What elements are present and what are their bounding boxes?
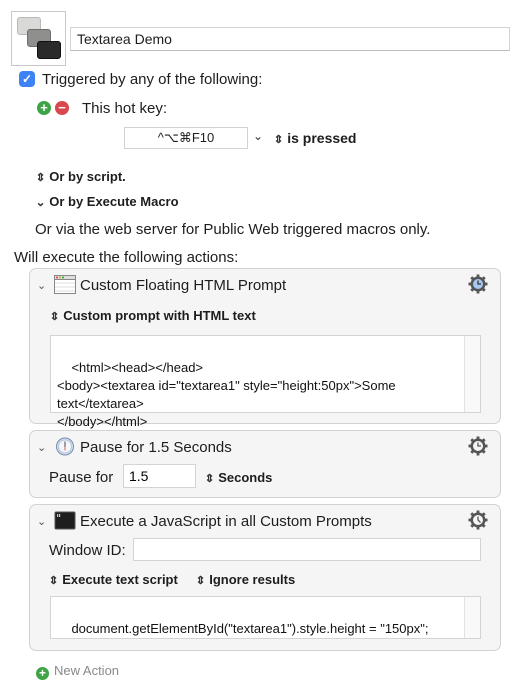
script-source-label: Execute text script	[62, 572, 178, 587]
new-action-button[interactable]: + New Action	[36, 663, 119, 680]
window-id-input[interactable]	[133, 538, 481, 561]
window-id-label: Window ID:	[49, 542, 126, 559]
prompt-mode-popup[interactable]: ⇕ Custom prompt with HTML text	[50, 308, 256, 323]
action-execute-javascript[interactable]: ⌄ Execute a JavaScript in all Custom Pro…	[29, 504, 501, 651]
hotkey-state-label: is pressed	[287, 130, 357, 146]
javascript-editor[interactable]: document.getElementById("textarea1").sty…	[50, 596, 481, 639]
time-unit-label: Seconds	[218, 470, 273, 485]
clock-icon	[56, 437, 74, 456]
hotkey-state-popup[interactable]: ⇕ is pressed	[273, 130, 357, 146]
prompt-mode-label: Custom prompt with HTML text	[63, 308, 256, 323]
html-code: <html><head></head> <body><textarea id="…	[57, 360, 396, 429]
stepper-icon: ⇕	[48, 575, 59, 587]
add-trigger-button[interactable]: +	[37, 101, 51, 115]
chevron-down-icon: ⌄	[35, 197, 46, 209]
scrollbar[interactable]	[464, 336, 480, 412]
results-handling-label: Ignore results	[209, 572, 296, 587]
gear-clock-icon[interactable]	[468, 274, 488, 294]
gear-clock-icon[interactable]	[468, 436, 488, 456]
stepper-icon: ⇕	[195, 575, 206, 587]
action-title: Execute a JavaScript in all Custom Promp…	[80, 513, 372, 530]
plus-circle-icon: +	[36, 667, 49, 680]
stepper-icon: ⇕	[273, 134, 284, 146]
stepper-icon: ⇕	[204, 473, 215, 485]
pause-for-label: Pause for	[49, 469, 114, 486]
macro-icon[interactable]	[11, 11, 66, 66]
results-handling-popup[interactable]: ⇕ Ignore results	[195, 572, 296, 587]
action-title: Custom Floating HTML Prompt	[80, 277, 287, 294]
pause-duration-input[interactable]	[123, 464, 196, 488]
new-action-label: New Action	[54, 663, 120, 678]
gear-clock-icon[interactable]	[468, 510, 488, 530]
collapse-chevron-icon[interactable]: ⌄	[37, 441, 46, 454]
minus-icon: −	[58, 100, 66, 115]
action-pause[interactable]: ⌄ Pause for 1.5 Seconds Pause for ⇕Secon…	[29, 430, 501, 498]
action-title: Pause for 1.5 Seconds	[80, 439, 232, 456]
script-trigger-popup[interactable]: ⇕ Or by script.	[36, 169, 126, 184]
plus-icon: +	[40, 100, 48, 115]
script-trigger-label: Or by script.	[49, 169, 126, 184]
script-source-popup[interactable]: ⇕ Execute text script	[49, 572, 178, 587]
macro-name-input[interactable]	[70, 27, 510, 51]
hotkey-field[interactable]: ^⌥⌘F10	[124, 127, 248, 149]
trigger-label: Triggered by any of the following:	[42, 71, 263, 88]
execute-macro-label: Or by Execute Macro	[49, 194, 179, 209]
time-unit-popup[interactable]: ⇕ Seconds	[204, 470, 273, 485]
trigger-checkbox[interactable]: ✓	[19, 71, 35, 87]
web-server-text: Or via the web server for Public Web tri…	[35, 221, 431, 238]
scrollbar[interactable]	[464, 597, 480, 638]
window-icon	[54, 275, 76, 294]
collapse-chevron-icon[interactable]: ⌄	[37, 515, 46, 528]
chevron-down-icon[interactable]: ⌄	[253, 129, 263, 143]
collapse-chevron-icon[interactable]: ⌄	[37, 279, 46, 292]
remove-trigger-button[interactable]: −	[55, 101, 69, 115]
html-text-editor[interactable]: <html><head></head> <body><textarea id="…	[50, 335, 481, 429]
execute-macro-trigger-popup[interactable]: ⌄ Or by Execute Macro	[36, 194, 179, 209]
key-icon-dark	[37, 41, 61, 59]
hotkey-label: This hot key:	[82, 100, 168, 117]
terminal-icon	[54, 511, 76, 530]
stepper-icon: ⇕	[35, 172, 46, 184]
stepper-icon: ⇕	[49, 311, 60, 323]
action-custom-html-prompt[interactable]: ⌄ Custom Floating HTML Prompt ⇕ Custom pr…	[29, 268, 501, 429]
actions-heading: Will execute the following actions:	[14, 249, 239, 266]
javascript-code: document.getElementById("textarea1").sty…	[71, 621, 429, 636]
